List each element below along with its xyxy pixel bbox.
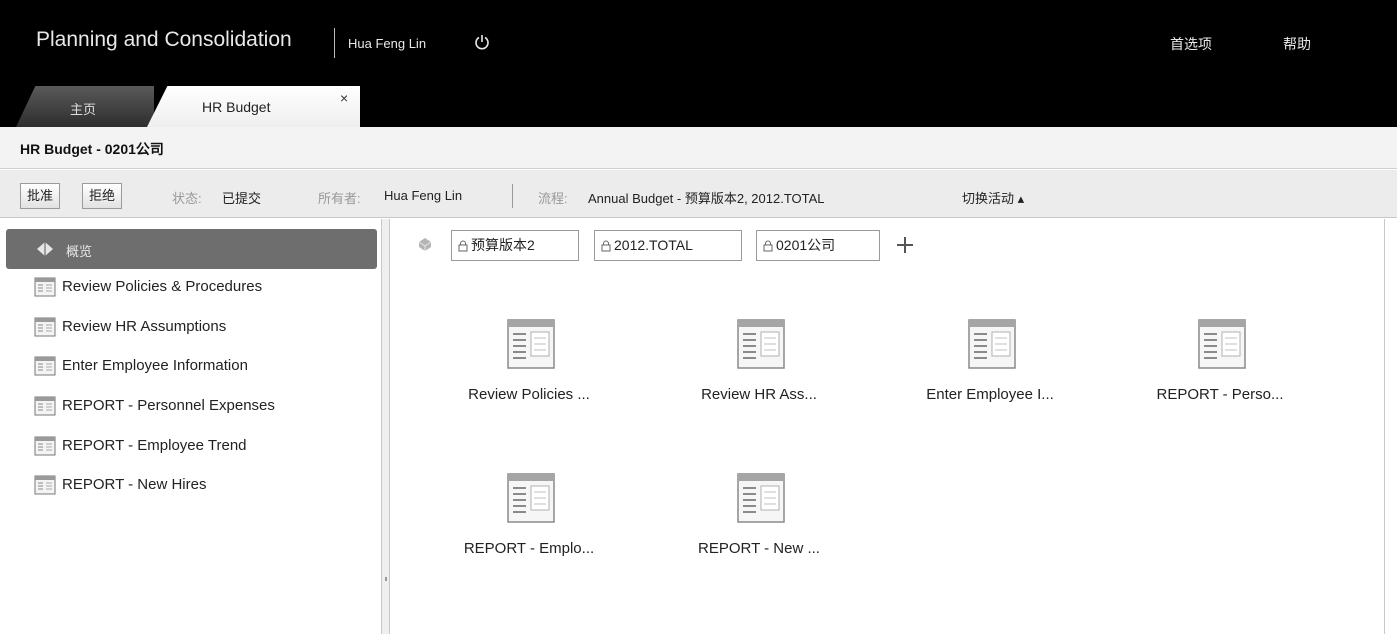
sidebar-item-label: REPORT - Employee Trend xyxy=(62,437,247,454)
tile-label: REPORT - New ... xyxy=(698,540,820,557)
sidebar-item-label: Review HR Assumptions xyxy=(62,318,227,335)
sidebar-item-label: REPORT - Personnel Expenses xyxy=(62,397,275,414)
sidebar-item-label: Review Policies & Procedures xyxy=(62,278,263,295)
app-title: Planning and Consolidation xyxy=(36,28,292,51)
context-field-time[interactable]: 2012.TOTAL xyxy=(594,230,742,261)
document-icon xyxy=(34,317,56,337)
sidebar-item-label: Enter Employee Information xyxy=(62,357,248,374)
sidebar-item-overview-label: 概览 xyxy=(66,244,93,259)
tile-label: Enter Employee I... xyxy=(926,386,1054,403)
panel-splitter[interactable] xyxy=(382,219,390,634)
context-field-entity[interactable]: 0201公司 xyxy=(756,230,880,261)
tile-report-employee-trend[interactable]: REPORT - Emplo... xyxy=(439,472,619,582)
sidebar-item-label: REPORT - New Hires xyxy=(62,476,207,493)
owner-label: 所有者: xyxy=(318,191,361,206)
top-header: Planning and Consolidation Hua Feng Lin … xyxy=(0,0,1397,129)
splitter-grip xyxy=(385,577,387,581)
tab-hr-budget[interactable]: HR Budget × xyxy=(146,86,360,129)
tab-hr-budget-label: HR Budget xyxy=(202,99,271,115)
add-icon[interactable] xyxy=(895,235,915,255)
document-icon xyxy=(968,319,1016,369)
context-field-time-value: 2012.TOTAL xyxy=(614,237,693,253)
document-icon xyxy=(34,277,56,297)
page-title: HR Budget - 0201公司 xyxy=(20,141,164,157)
tile-report-new-hires[interactable]: REPORT - New ... xyxy=(669,472,849,582)
user-name: Hua Feng Lin xyxy=(348,36,427,51)
sidebar-item-enter-employee-information[interactable]: Enter Employee Information xyxy=(34,354,374,378)
tile-report-personnel-expenses[interactable]: REPORT - Perso... xyxy=(1130,318,1310,428)
document-icon xyxy=(737,319,785,369)
toolbar: 批准 拒绝 状态: 已提交 所有者: Hua Feng Lin 流程: Annu… xyxy=(0,170,1397,218)
process-value: Annual Budget - 预算版本2, 2012.TOTAL xyxy=(588,191,825,206)
tile-review-policies[interactable]: Review Policies ... xyxy=(439,318,619,428)
power-icon[interactable] xyxy=(474,34,490,50)
document-icon xyxy=(34,396,56,416)
document-icon xyxy=(34,356,56,376)
preferences-link[interactable]: 首选项 xyxy=(1170,34,1212,54)
context-field-version[interactable]: 预算版本2 xyxy=(451,230,579,261)
overview-content: 预算版本2 2012.TOTAL 0201公司 Review Policies … xyxy=(391,219,1385,634)
process-label: 流程: xyxy=(538,191,568,206)
document-icon xyxy=(737,473,785,523)
help-link[interactable]: 帮助 xyxy=(1283,34,1311,54)
sidebar-item-report-employee-trend[interactable]: REPORT - Employee Trend xyxy=(34,434,374,458)
tile-label: REPORT - Emplo... xyxy=(463,540,595,557)
reject-button[interactable]: 拒绝 xyxy=(82,183,123,209)
overview-icon xyxy=(37,242,53,256)
status-value: 已提交 xyxy=(222,191,262,206)
lock-icon xyxy=(763,240,773,252)
lock-icon xyxy=(601,240,611,252)
tile-label: REPORT - Perso... xyxy=(1156,386,1284,403)
close-icon[interactable]: × xyxy=(340,90,348,106)
switch-activity-dropdown[interactable]: 切换活动 ▴ xyxy=(962,188,1024,207)
document-icon xyxy=(507,473,555,523)
sidebar-item-review-policies[interactable]: Review Policies & Procedures xyxy=(34,275,374,299)
context-icon xyxy=(418,238,432,251)
page-title-bar: HR Budget - 0201公司 xyxy=(0,127,1397,169)
document-icon xyxy=(34,436,56,456)
sidebar-item-overview[interactable]: 概览 xyxy=(6,229,377,269)
approve-button[interactable]: 批准 xyxy=(20,183,61,209)
sidebar-item-report-new-hires[interactable]: REPORT - New Hires xyxy=(34,473,374,497)
title-separator xyxy=(334,28,335,58)
tab-home-label: 主页 xyxy=(70,102,97,117)
document-icon xyxy=(507,319,555,369)
status-label: 状态: xyxy=(172,191,202,206)
activity-sidebar: 概览 Review Policies & Procedures Review H… xyxy=(0,219,382,634)
tab-home[interactable]: 主页 xyxy=(16,86,154,127)
tile-enter-employee-information[interactable]: Enter Employee I... xyxy=(900,318,1080,428)
tile-review-hr-assumptions[interactable]: Review HR Ass... xyxy=(669,318,849,428)
document-icon xyxy=(1198,319,1246,369)
sidebar-item-report-personnel-expenses[interactable]: REPORT - Personnel Expenses xyxy=(34,394,374,418)
toolbar-separator xyxy=(512,184,513,208)
context-field-version-value: 预算版本2 xyxy=(471,237,535,253)
context-field-entity-value: 0201公司 xyxy=(776,237,836,253)
sidebar-item-review-hr-assumptions[interactable]: Review HR Assumptions xyxy=(34,315,374,339)
owner-value: Hua Feng Lin xyxy=(384,188,463,203)
tile-label: Review HR Ass... xyxy=(701,386,817,403)
lock-icon xyxy=(458,240,468,252)
tile-label: Review Policies ... xyxy=(468,386,590,403)
document-icon xyxy=(34,475,56,495)
